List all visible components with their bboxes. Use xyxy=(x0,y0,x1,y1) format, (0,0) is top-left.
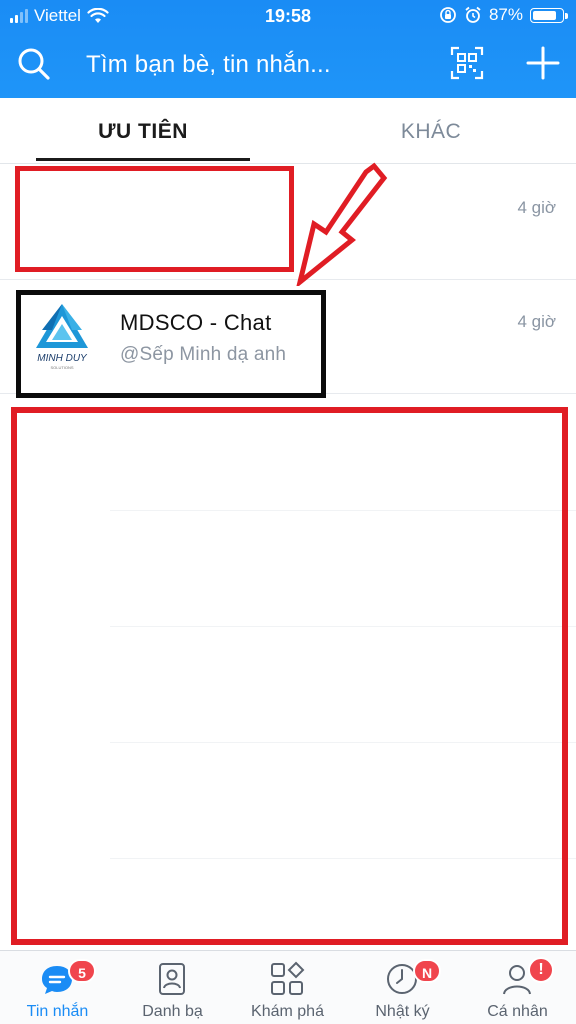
conversation-time: 4 giờ xyxy=(517,198,556,217)
messages-badge: 5 xyxy=(68,959,96,983)
tab-other[interactable]: KHÁC xyxy=(324,120,538,144)
contacts-icon xyxy=(159,963,185,995)
discover-icon xyxy=(271,961,305,995)
rotation-lock-icon xyxy=(440,7,456,23)
conversation-time: 4 giờ xyxy=(517,312,556,331)
annotation-black-box xyxy=(16,290,326,398)
nav-label: Nhật ký xyxy=(375,1003,430,1020)
tab-priority[interactable]: ƯU TIÊN xyxy=(36,120,250,144)
annotation-red-box-top xyxy=(15,166,294,272)
active-tab-indicator xyxy=(36,158,250,161)
nav-label: Danh bạ xyxy=(142,1003,203,1020)
battery-percent: 87% xyxy=(488,5,523,24)
annotation-arrow xyxy=(296,162,388,286)
plus-icon[interactable] xyxy=(526,46,560,80)
search-icon[interactable] xyxy=(16,46,52,82)
nav-discover[interactable]: Khám phá xyxy=(230,951,345,1024)
nav-timeline[interactable]: N Nhật ký xyxy=(345,951,460,1024)
search-bar[interactable]: Tìm bạn bè, tin nhắn... xyxy=(0,34,576,96)
nav-label: Tin nhắn xyxy=(26,1003,89,1020)
nav-contacts[interactable]: Danh bạ xyxy=(115,951,230,1024)
nav-label: Khám phá xyxy=(251,1003,324,1020)
battery-icon xyxy=(530,7,568,23)
nav-label: Cá nhân xyxy=(487,1003,548,1020)
timeline-badge: N xyxy=(413,959,441,983)
status-bar: Viettel 19:58 87% xyxy=(0,0,576,32)
nav-messages[interactable]: 5 Tin nhắn xyxy=(0,951,115,1024)
alarm-icon xyxy=(465,6,481,23)
alert-icon: ! xyxy=(528,957,554,983)
tab-bar: ƯU TIÊN KHÁC xyxy=(0,98,576,164)
app-header: Viettel 19:58 87% Tìm bạn bè, tin nhắn..… xyxy=(0,0,576,98)
nav-profile[interactable]: ! Cá nhân xyxy=(460,951,575,1024)
qr-code-icon[interactable] xyxy=(450,46,484,80)
bottom-navigation: 5 Tin nhắn Danh bạ Khám phá N Nhật ký ! … xyxy=(0,950,576,1024)
search-input[interactable]: Tìm bạn bè, tin nhắn... xyxy=(86,51,331,79)
annotation-red-box-large xyxy=(11,407,568,945)
